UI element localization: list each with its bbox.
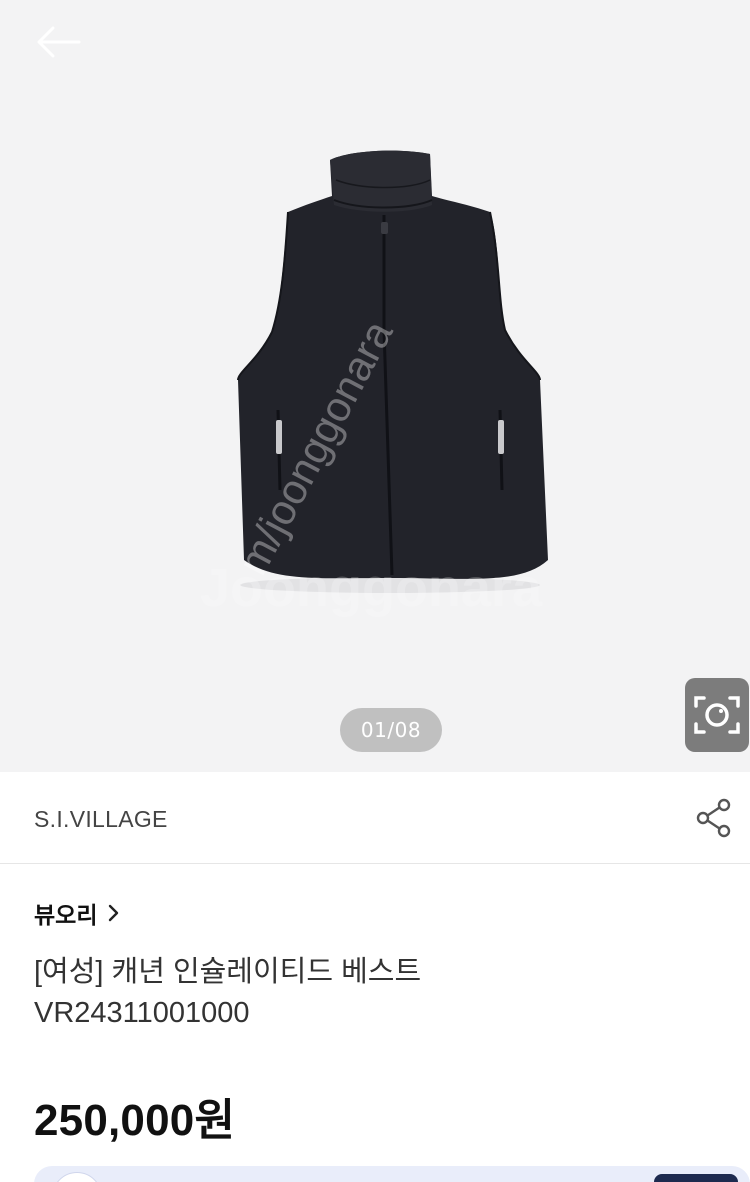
image-search-button[interactable] <box>685 678 749 752</box>
back-button[interactable] <box>30 20 86 64</box>
banner-avatar <box>52 1172 102 1182</box>
product-price: 250,000원 <box>34 1096 236 1145</box>
camera-lens-icon <box>694 696 740 734</box>
product-title-name: [여성] 캐년 인슐레이티드 베스트 <box>34 956 422 988</box>
chevron-right-icon <box>107 904 119 922</box>
share-button[interactable] <box>692 796 736 840</box>
brand-bar: S.I.VILLAGE <box>0 772 750 864</box>
arrow-left-icon <box>37 26 81 58</box>
bottom-banner[interactable] <box>34 1166 750 1182</box>
brand-name[interactable]: S.I.VILLAGE <box>34 806 168 833</box>
banner-action-button[interactable] <box>654 1174 738 1182</box>
store-link[interactable]: 뷰오리 <box>34 896 119 930</box>
product-title: [여성] 캐년 인슐레이티드 베스트 VR24311001000 <box>34 952 724 1034</box>
share-icon <box>696 798 731 838</box>
product-image-vest <box>237 150 548 593</box>
product-code: VR24311001000 <box>34 997 250 1029</box>
store-name: 뷰오리 <box>34 903 98 929</box>
product-image-gallery[interactable]: m/joonggonara Joonggonara 01/08 <box>0 0 750 772</box>
image-counter: 01/08 <box>340 708 442 752</box>
